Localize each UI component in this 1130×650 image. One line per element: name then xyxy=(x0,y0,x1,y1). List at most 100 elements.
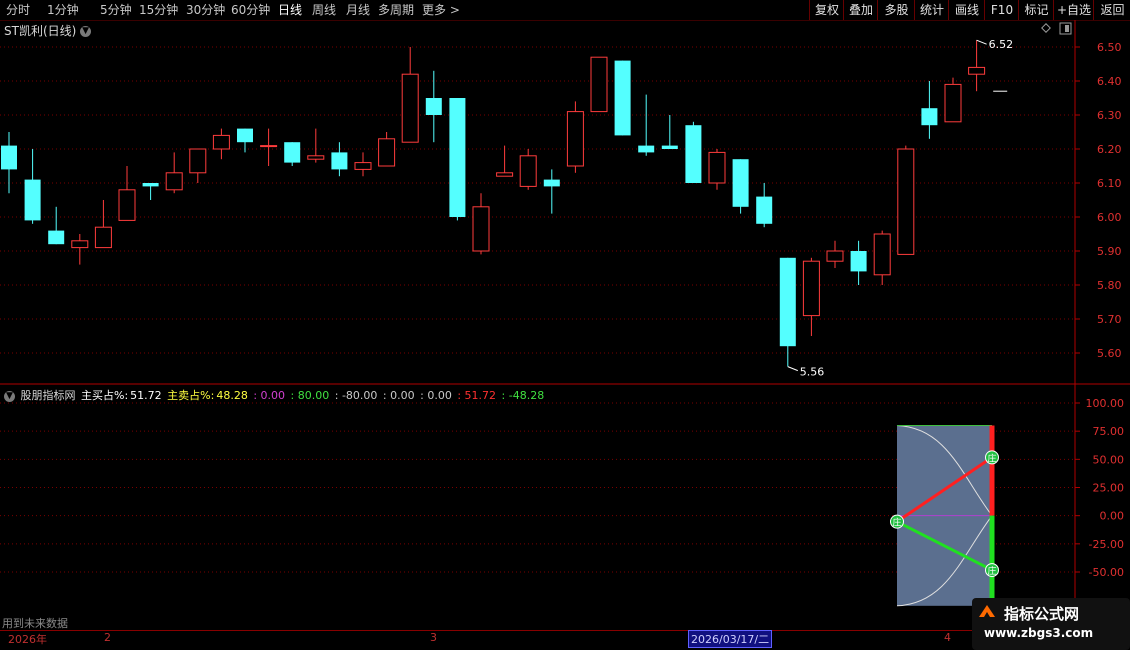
candle-body xyxy=(708,151,726,184)
candle xyxy=(260,128,278,166)
candle-body xyxy=(756,196,773,224)
candle xyxy=(566,101,584,173)
min-price-label: 5.56 xyxy=(800,366,825,379)
candle-body xyxy=(118,189,136,221)
candle-body xyxy=(802,260,820,317)
candle xyxy=(685,121,702,183)
candle xyxy=(496,145,514,177)
price-axis: 6.50 6.40 6.30 6.20 6.10 6.00 5.90 5.80 5.70 5.60 xyxy=(1075,41,1122,360)
stock-name: ST凯利(日线) xyxy=(4,24,77,38)
kline-chart[interactable]: 6.50 6.40 6.30 6.20 6.10 6.00 5.90 5.80 5.70 5.60… xyxy=(0,0,1130,650)
candle xyxy=(850,240,867,285)
price-tick-label: 5.60 xyxy=(1097,347,1122,360)
watermark-url: www.zbgs3.com xyxy=(984,626,1094,640)
candle-body xyxy=(189,148,207,174)
candle-body xyxy=(425,98,442,115)
watermark-logo-icon xyxy=(979,605,995,617)
price-tick-label: 6.50 xyxy=(1097,41,1122,54)
candle-body xyxy=(826,250,844,262)
candle-body xyxy=(661,145,678,149)
sell-label: 主卖占%: xyxy=(167,389,215,402)
panel-toggle-icon[interactable] xyxy=(1059,22,1072,35)
candle-body xyxy=(873,233,891,276)
date-label-year: 2026年 xyxy=(8,633,47,646)
indicator-name[interactable]: 股朋指标网 xyxy=(21,389,76,402)
candle-body xyxy=(142,183,159,187)
origin-marker-label: 庄 xyxy=(892,517,901,529)
price-tick-label: 6.30 xyxy=(1097,109,1122,122)
candle xyxy=(590,56,608,113)
date-axis xyxy=(0,630,1076,647)
candle-body xyxy=(590,56,608,113)
candle-body xyxy=(24,179,41,221)
price-tick-label: 5.70 xyxy=(1097,313,1122,326)
price-tick-label: 6.40 xyxy=(1097,75,1122,88)
candle xyxy=(968,40,986,92)
indicator-tick-label: 100.00 xyxy=(1086,397,1125,410)
candle xyxy=(732,159,749,214)
candle-body xyxy=(519,155,537,187)
watermark-title: 指标公式网 xyxy=(1004,605,1080,623)
indicator-tick-label: 25.00 xyxy=(1093,482,1125,495)
price-tick-label: 6.10 xyxy=(1097,177,1122,190)
candle-body xyxy=(378,138,396,167)
candle xyxy=(354,152,372,177)
candle xyxy=(401,47,419,143)
candle-body xyxy=(1,145,17,170)
date-label-apr: 4 xyxy=(944,631,951,644)
candle xyxy=(24,149,41,224)
candle xyxy=(661,115,678,149)
candle-body xyxy=(284,142,301,163)
future-data-notice: 用到未来数据 xyxy=(2,617,68,630)
date-label-feb: 2 xyxy=(104,631,111,644)
candle xyxy=(638,94,655,156)
max-pointer xyxy=(976,39,987,45)
candle xyxy=(756,183,773,228)
candle xyxy=(48,206,65,245)
candle xyxy=(826,240,844,268)
candles: 6.52 5.56 xyxy=(1,38,1013,379)
candle xyxy=(165,152,183,194)
buy-label: 主买占%: xyxy=(81,389,129,402)
candle xyxy=(237,128,253,153)
candle-body xyxy=(779,257,796,347)
extra-value-1: : 0.00 xyxy=(253,389,286,402)
candle xyxy=(472,193,490,255)
candle xyxy=(708,149,726,190)
selected-date: 2026/03/17/二 xyxy=(688,630,773,648)
chevron-down-icon[interactable]: ▼ xyxy=(4,390,15,402)
candle-body xyxy=(732,159,749,207)
candle xyxy=(543,169,560,214)
indicator-tick-label: -25.00 xyxy=(1089,538,1124,551)
indicator-axis: 100.00 75.00 50.00 25.00 0.00 -25.00 -50.00 xyxy=(1075,397,1124,579)
candle xyxy=(378,132,396,167)
buy-value: 51.72 xyxy=(130,389,162,402)
candle-body xyxy=(496,172,514,177)
candle-body xyxy=(331,152,348,170)
sell-value: 48.28 xyxy=(216,389,248,402)
candle-body xyxy=(638,145,655,153)
candle-body xyxy=(897,148,915,255)
candle xyxy=(897,145,915,255)
candle xyxy=(873,230,891,285)
candle-body xyxy=(237,128,253,143)
candle-body xyxy=(260,145,278,148)
extra-value-3: : -80.00 xyxy=(334,389,378,402)
candle xyxy=(802,257,820,336)
diamond-icon[interactable] xyxy=(1041,23,1051,33)
candle xyxy=(307,128,325,163)
candle xyxy=(142,183,159,200)
candle-body xyxy=(614,60,631,136)
candle-body xyxy=(921,108,938,126)
candle-body xyxy=(71,240,89,249)
indicator-tick-label: 0.00 xyxy=(1100,510,1125,523)
price-tick-label: 5.90 xyxy=(1097,245,1122,258)
stock-title[interactable]: ST凯利(日线) ▼ xyxy=(4,22,92,39)
price-tick-label: 6.00 xyxy=(1097,211,1122,224)
candle-body xyxy=(685,125,702,183)
candle xyxy=(449,98,466,221)
candle-body xyxy=(968,66,986,75)
chevron-down-icon[interactable]: ▼ xyxy=(80,26,92,37)
candle-body xyxy=(850,251,867,272)
candle xyxy=(944,77,962,123)
